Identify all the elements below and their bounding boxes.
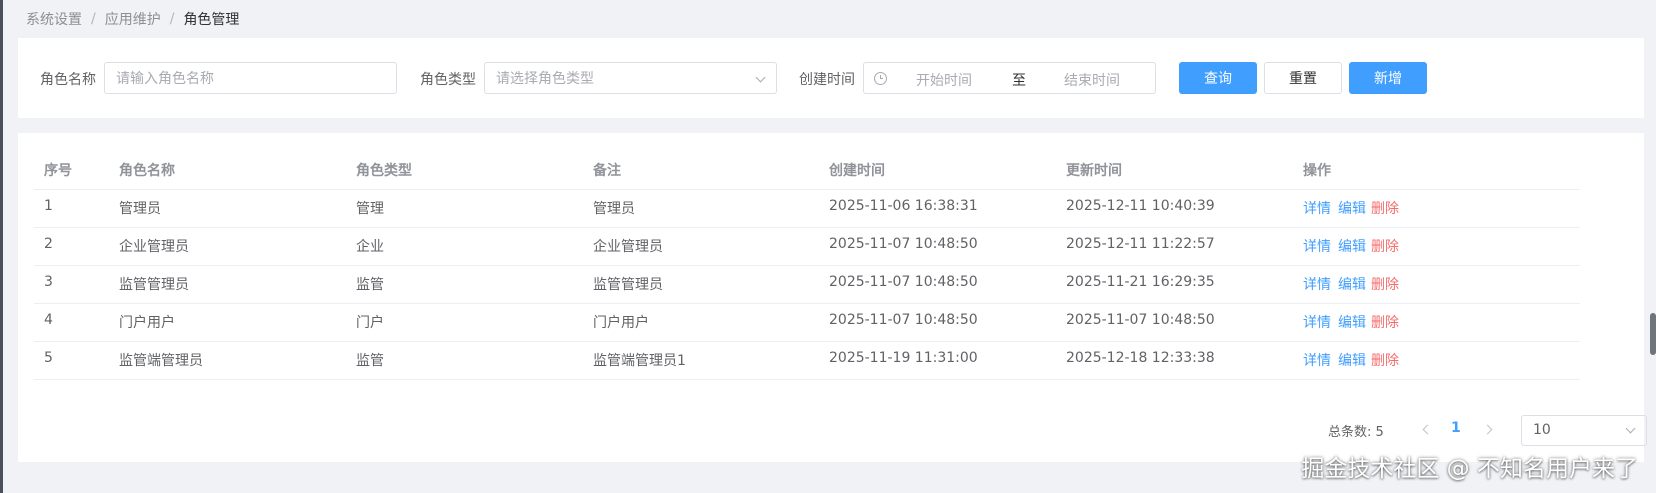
role-type-label: 角色类型 bbox=[420, 72, 476, 88]
page-number-current[interactable]: 1 bbox=[1451, 420, 1461, 436]
edit-link[interactable]: 编辑 bbox=[1338, 198, 1366, 218]
scrollbar-thumb[interactable] bbox=[1650, 313, 1656, 355]
column-header-role-type: 角色类型 bbox=[356, 163, 412, 179]
chevron-down-icon bbox=[1625, 423, 1636, 434]
edit-link[interactable]: 编辑 bbox=[1338, 274, 1366, 294]
cell-created-time: 2025-11-07 10:48:50 bbox=[829, 274, 978, 290]
column-header-updated-time: 更新时间 bbox=[1066, 163, 1122, 179]
cell-role-type: 监管 bbox=[356, 277, 384, 293]
cell-role-type: 门户 bbox=[356, 315, 384, 331]
detail-link[interactable]: 详情 bbox=[1303, 274, 1331, 294]
query-button[interactable]: 查询 bbox=[1179, 62, 1257, 94]
breadcrumb-separator: / bbox=[91, 11, 96, 27]
row-divider bbox=[34, 227, 1580, 228]
start-time-input[interactable]: 开始时间 bbox=[916, 70, 972, 90]
cell-updated-time: 2025-11-07 10:48:50 bbox=[1066, 312, 1215, 328]
edit-link[interactable]: 编辑 bbox=[1338, 312, 1366, 332]
prev-page-icon[interactable] bbox=[1422, 424, 1433, 435]
role-name-label: 角色名称 bbox=[40, 72, 96, 88]
detail-link[interactable]: 详情 bbox=[1303, 236, 1331, 256]
next-page-icon[interactable] bbox=[1482, 424, 1493, 435]
header-divider bbox=[34, 189, 1580, 190]
add-button[interactable]: 新增 bbox=[1349, 62, 1427, 94]
cell-updated-time: 2025-12-11 10:40:39 bbox=[1066, 198, 1215, 214]
cell-role-type: 监管 bbox=[356, 353, 384, 369]
total-value: 5 bbox=[1375, 425, 1384, 440]
cell-created-time: 2025-11-19 11:31:00 bbox=[829, 350, 978, 366]
page-size-select[interactable]: 10 bbox=[1521, 415, 1647, 446]
breadcrumb: 系统设置 / 应用维护 / 角色管理 bbox=[26, 8, 239, 30]
cell-role-type: 企业 bbox=[356, 239, 384, 255]
total-label: 总条数: bbox=[1328, 425, 1372, 440]
role-type-placeholder: 请选择角色类型 bbox=[496, 71, 594, 87]
row-divider bbox=[34, 265, 1580, 266]
delete-link[interactable]: 删除 bbox=[1371, 236, 1399, 256]
cell-index: 5 bbox=[44, 350, 53, 366]
breadcrumb-separator: / bbox=[169, 11, 175, 27]
detail-link[interactable]: 详情 bbox=[1303, 312, 1331, 332]
cell-role-name: 管理员 bbox=[119, 201, 161, 217]
cell-role-name: 监管端管理员 bbox=[119, 353, 203, 369]
detail-link[interactable]: 详情 bbox=[1303, 198, 1331, 218]
total-count: 总条数: 5 bbox=[1328, 421, 1384, 440]
cell-remark: 门户用户 bbox=[593, 315, 649, 331]
chevron-down-icon bbox=[755, 72, 766, 83]
delete-link[interactable]: 删除 bbox=[1371, 274, 1399, 294]
breadcrumb-item-app-maintenance[interactable]: 应用维护 bbox=[105, 9, 161, 29]
row-divider bbox=[34, 341, 1580, 342]
cell-index: 3 bbox=[44, 274, 53, 290]
filter-panel: 角色名称 请输入角色名称 角色类型 请选择角色类型 创建时间 开始时间 至 结束… bbox=[18, 38, 1644, 118]
cell-remark: 企业管理员 bbox=[593, 239, 663, 255]
cell-remark: 监管管理员 bbox=[593, 277, 663, 293]
end-time-input[interactable]: 结束时间 bbox=[1064, 70, 1120, 90]
edit-link[interactable]: 编辑 bbox=[1338, 350, 1366, 370]
role-name-input[interactable]: 请输入角色名称 bbox=[104, 62, 397, 94]
delete-link[interactable]: 删除 bbox=[1371, 350, 1399, 370]
column-header-index: 序号 bbox=[44, 163, 72, 179]
created-time-label: 创建时间 bbox=[799, 72, 855, 88]
cell-remark: 管理员 bbox=[593, 201, 635, 217]
cell-created-time: 2025-11-07 10:48:50 bbox=[829, 236, 978, 252]
cell-updated-time: 2025-12-11 11:22:57 bbox=[1066, 236, 1215, 252]
delete-link[interactable]: 删除 bbox=[1371, 312, 1399, 332]
row-divider bbox=[34, 303, 1580, 304]
clock-icon bbox=[874, 72, 887, 85]
breadcrumb-item-system-settings[interactable]: 系统设置 bbox=[26, 9, 82, 29]
page-size-value: 10 bbox=[1533, 422, 1551, 438]
cell-role-name: 门户用户 bbox=[119, 315, 175, 331]
column-header-role-name: 角色名称 bbox=[119, 163, 175, 179]
cell-role-name: 企业管理员 bbox=[119, 239, 189, 255]
cell-role-type: 管理 bbox=[356, 201, 384, 217]
cell-index: 2 bbox=[44, 236, 53, 252]
edit-link[interactable]: 编辑 bbox=[1338, 236, 1366, 256]
column-header-created-time: 创建时间 bbox=[829, 163, 885, 179]
cell-created-time: 2025-11-06 16:38:31 bbox=[829, 198, 978, 214]
created-time-range-picker[interactable]: 开始时间 至 结束时间 bbox=[863, 62, 1156, 94]
cell-updated-time: 2025-12-18 12:33:38 bbox=[1066, 350, 1215, 366]
cell-index: 1 bbox=[44, 198, 53, 214]
cell-updated-time: 2025-11-21 16:29:35 bbox=[1066, 274, 1215, 290]
window-left-edge bbox=[0, 0, 3, 493]
row-divider bbox=[34, 379, 1580, 380]
detail-link[interactable]: 详情 bbox=[1303, 350, 1331, 370]
cell-created-time: 2025-11-07 10:48:50 bbox=[829, 312, 978, 328]
cell-role-name: 监管管理员 bbox=[119, 277, 189, 293]
range-separator: 至 bbox=[1012, 73, 1026, 89]
cell-index: 4 bbox=[44, 312, 53, 328]
role-name-placeholder: 请输入角色名称 bbox=[116, 71, 214, 87]
column-header-actions: 操作 bbox=[1303, 163, 1331, 179]
table-panel: 序号 角色名称 角色类型 备注 创建时间 更新时间 操作 1 管理员 管理 管理… bbox=[18, 133, 1647, 462]
watermark: 掘金技术社区 @ 不知名用户来了 bbox=[1301, 456, 1638, 482]
column-header-remark: 备注 bbox=[593, 163, 621, 179]
role-type-select[interactable]: 请选择角色类型 bbox=[484, 62, 777, 94]
cell-remark: 监管端管理员1 bbox=[593, 353, 686, 369]
reset-button[interactable]: 重置 bbox=[1264, 62, 1342, 94]
breadcrumb-item-current: 角色管理 bbox=[183, 12, 240, 28]
delete-link[interactable]: 删除 bbox=[1371, 198, 1399, 218]
